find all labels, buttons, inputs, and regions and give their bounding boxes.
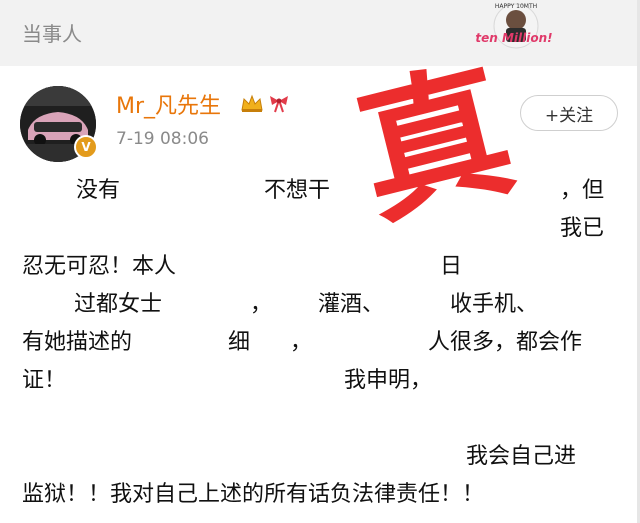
- post-text-line: 不想干: [264, 178, 331, 203]
- sticker-top-text: HAPPY 10MTH: [495, 3, 537, 10]
- post-text-line: ，: [290, 330, 313, 355]
- post-text-line: ，: [250, 292, 273, 317]
- post-text-line: ，但: [560, 178, 605, 203]
- crown-icon: [241, 94, 263, 112]
- post-text-line: 有她描述的: [22, 330, 133, 355]
- post-text-line: 监狱！！我对自己上述的所有话负法律责任！！: [22, 482, 485, 507]
- follow-button[interactable]: +关注: [520, 95, 618, 131]
- post-text-line: 灌酒、: [318, 292, 385, 317]
- post-text-line: 人很多，都会作: [428, 330, 583, 355]
- post-text-line: 细: [228, 330, 251, 355]
- post-text-line: 我已: [560, 216, 605, 241]
- page-title: 当事人: [22, 22, 82, 46]
- post-text-line: 收手机、: [450, 292, 539, 317]
- verified-badge-icon: V: [74, 135, 98, 159]
- post-text-line: 没有: [76, 178, 121, 203]
- post-text-line: 我申明，: [344, 368, 433, 393]
- post-text-line: 我会自己进: [466, 444, 577, 469]
- post-text-line: 证！: [22, 368, 67, 393]
- username[interactable]: Mr_凡先生: [116, 88, 221, 120]
- post-text-line: 过都女士: [74, 292, 163, 317]
- post-text-line: 忍无可忍！本人: [22, 254, 177, 279]
- post-text-line: 日: [440, 254, 463, 279]
- ribbon-icon: [270, 96, 288, 113]
- post-timestamp: 7-19 08:06: [116, 129, 209, 149]
